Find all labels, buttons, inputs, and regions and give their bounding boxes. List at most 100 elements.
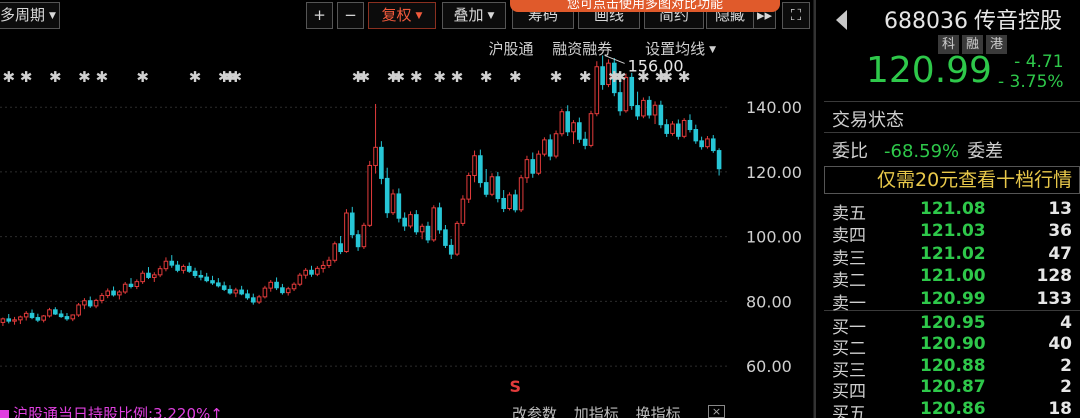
weibi-value: -68.59% [884,141,960,162]
candle-body [571,122,576,133]
back-arrow-icon[interactable] [836,10,847,30]
candle-body [676,123,681,137]
adjust-dropdown[interactable]: 复权 ▼ [368,2,436,29]
candlestick-chart[interactable]: 140.00120.00100.0080.0060.00✱ ✱ ✱ ✱ ✱ ✱ ✱ ✱✱✱ ✱✱… [0,0,814,418]
candle-body [349,212,355,236]
bid-row[interactable]: 买一 120.95 4 [824,313,1080,338]
candle-body [361,224,367,248]
candle-body [338,243,343,253]
zoom-out-button[interactable]: − [337,2,364,29]
chart-sub-toolbar: 沪股通 融资融券 设置均线 ▼ [474,38,716,59]
candle-body [448,244,454,255]
ask-volume: 133 [1036,288,1073,309]
change-params-button[interactable]: 改参数 [512,405,557,418]
candle-body [128,283,134,287]
candle-body [355,234,361,248]
candle-body [70,314,76,320]
candle-body [117,291,122,296]
hgt-link[interactable]: 沪股通 [488,40,533,58]
close-icon[interactable]: × [708,405,725,418]
adjust-label: 复权 [381,6,412,24]
last-price: 120.99 [866,50,992,91]
margin-trading-link[interactable]: 融资融券 [552,40,612,58]
candle-body [268,281,274,289]
candle-body [408,214,413,227]
candle-body [384,177,390,214]
add-indicator-button[interactable]: 加指标 [574,405,619,418]
candle-body [262,287,268,298]
indicator-actions: 改参数 加指标 换指标 [512,403,693,418]
bid-row[interactable]: 买五 120.86 18 [824,399,1080,418]
ask-row[interactable]: 卖三 121.02 47 [824,243,1080,269]
candle-body [309,269,314,275]
ask-volume: 47 [1048,243,1072,264]
candle-body [105,290,111,297]
candle-body [582,138,588,146]
candle-body [402,217,407,227]
bid-row[interactable]: 买三 120.88 2 [824,355,1080,381]
event-marker-icon: ✱ [20,68,33,86]
ma-settings-dropdown[interactable]: 设置均线 ▼ [631,40,716,58]
chevron-down-icon: ▼ [415,11,423,21]
event-marker-icon: ✱ [136,68,149,86]
overlay-label: 叠加 [453,6,484,24]
event-marker-icon: ✱ [433,68,446,86]
bid-row[interactable]: 买二 120.90 40 [824,334,1080,359]
candle-body [122,283,128,293]
candle-body [326,259,332,266]
event-marker-icon: ✱ [480,68,493,86]
bid-volume: 2 [1060,377,1072,398]
candle-body [256,296,262,303]
event-marker-icon: ✱ [614,68,627,86]
candle-body [280,287,285,294]
event-marker-icon: ✱ [189,68,202,86]
ma-settings-label: 设置均线 [645,40,706,58]
ask-level-label: 卖一 [832,293,866,314]
fullscreen-icon[interactable]: ⛶ [782,2,810,29]
change-amount: - 4.71 [1014,52,1064,72]
candle-body [373,146,378,166]
candle-body [646,99,652,116]
candle-body [454,222,460,255]
candle-body [379,146,384,179]
candle-body [175,264,180,271]
ask-volume: 13 [1048,199,1072,219]
candle-body [396,193,402,219]
candle-body [478,155,483,184]
candle-body [524,159,530,179]
kline-chart-panel[interactable]: 140.00 120.00 100.00 80.00 60.00 ✱ ✱ ✱ ✱ ✱ ✱ ✱ ✱ ✱ ✱ ✱ ✱… [0,0,814,418]
bid-row[interactable]: 买四 120.87 2 [824,377,1080,402]
candle-body [99,295,105,301]
ask-row[interactable]: 卖二 121.00 128 [824,266,1080,291]
candle-body [76,304,81,316]
ask-row[interactable]: 卖五 121.08 13 [824,199,1080,224]
ask-row[interactable]: 卖一 120.99 133 [824,288,1080,314]
chevron-down-icon: ▼ [49,11,56,21]
candle-body [53,309,58,315]
candle-body [151,274,157,278]
candle-body [29,312,35,319]
event-marker-icon: ✱ [230,68,243,86]
candle-body [687,119,693,131]
stock-code: 688036 [884,9,968,34]
y-tick-label: 140.00 [746,98,802,117]
candle-body [64,316,70,320]
ask-price: 121.03 [920,221,986,242]
candle-body [0,318,6,323]
zoom-in-button[interactable]: + [306,2,333,29]
ask-row[interactable]: 卖四 121.03 36 [824,221,1080,246]
period-dropdown[interactable]: 多周期 ▼ [0,2,60,29]
candle-body [47,309,52,317]
overlay-dropdown[interactable]: 叠加 ▼ [442,2,506,29]
candle-body [146,272,151,278]
event-marker-icon: ✱ [410,68,423,86]
switch-indicator-button[interactable]: 换指标 [636,405,681,418]
candle-body [274,281,279,289]
separator [824,101,1080,102]
level10-promo-button[interactable]: 仅需20元查看十档行情 [824,166,1080,194]
candle-body [693,129,699,142]
multi-chart-tooltip[interactable]: 您可点击使用多图对比功能 [510,0,780,12]
bid-price: 120.88 [920,355,986,376]
candle-body [82,300,87,306]
candle-body [542,139,547,155]
